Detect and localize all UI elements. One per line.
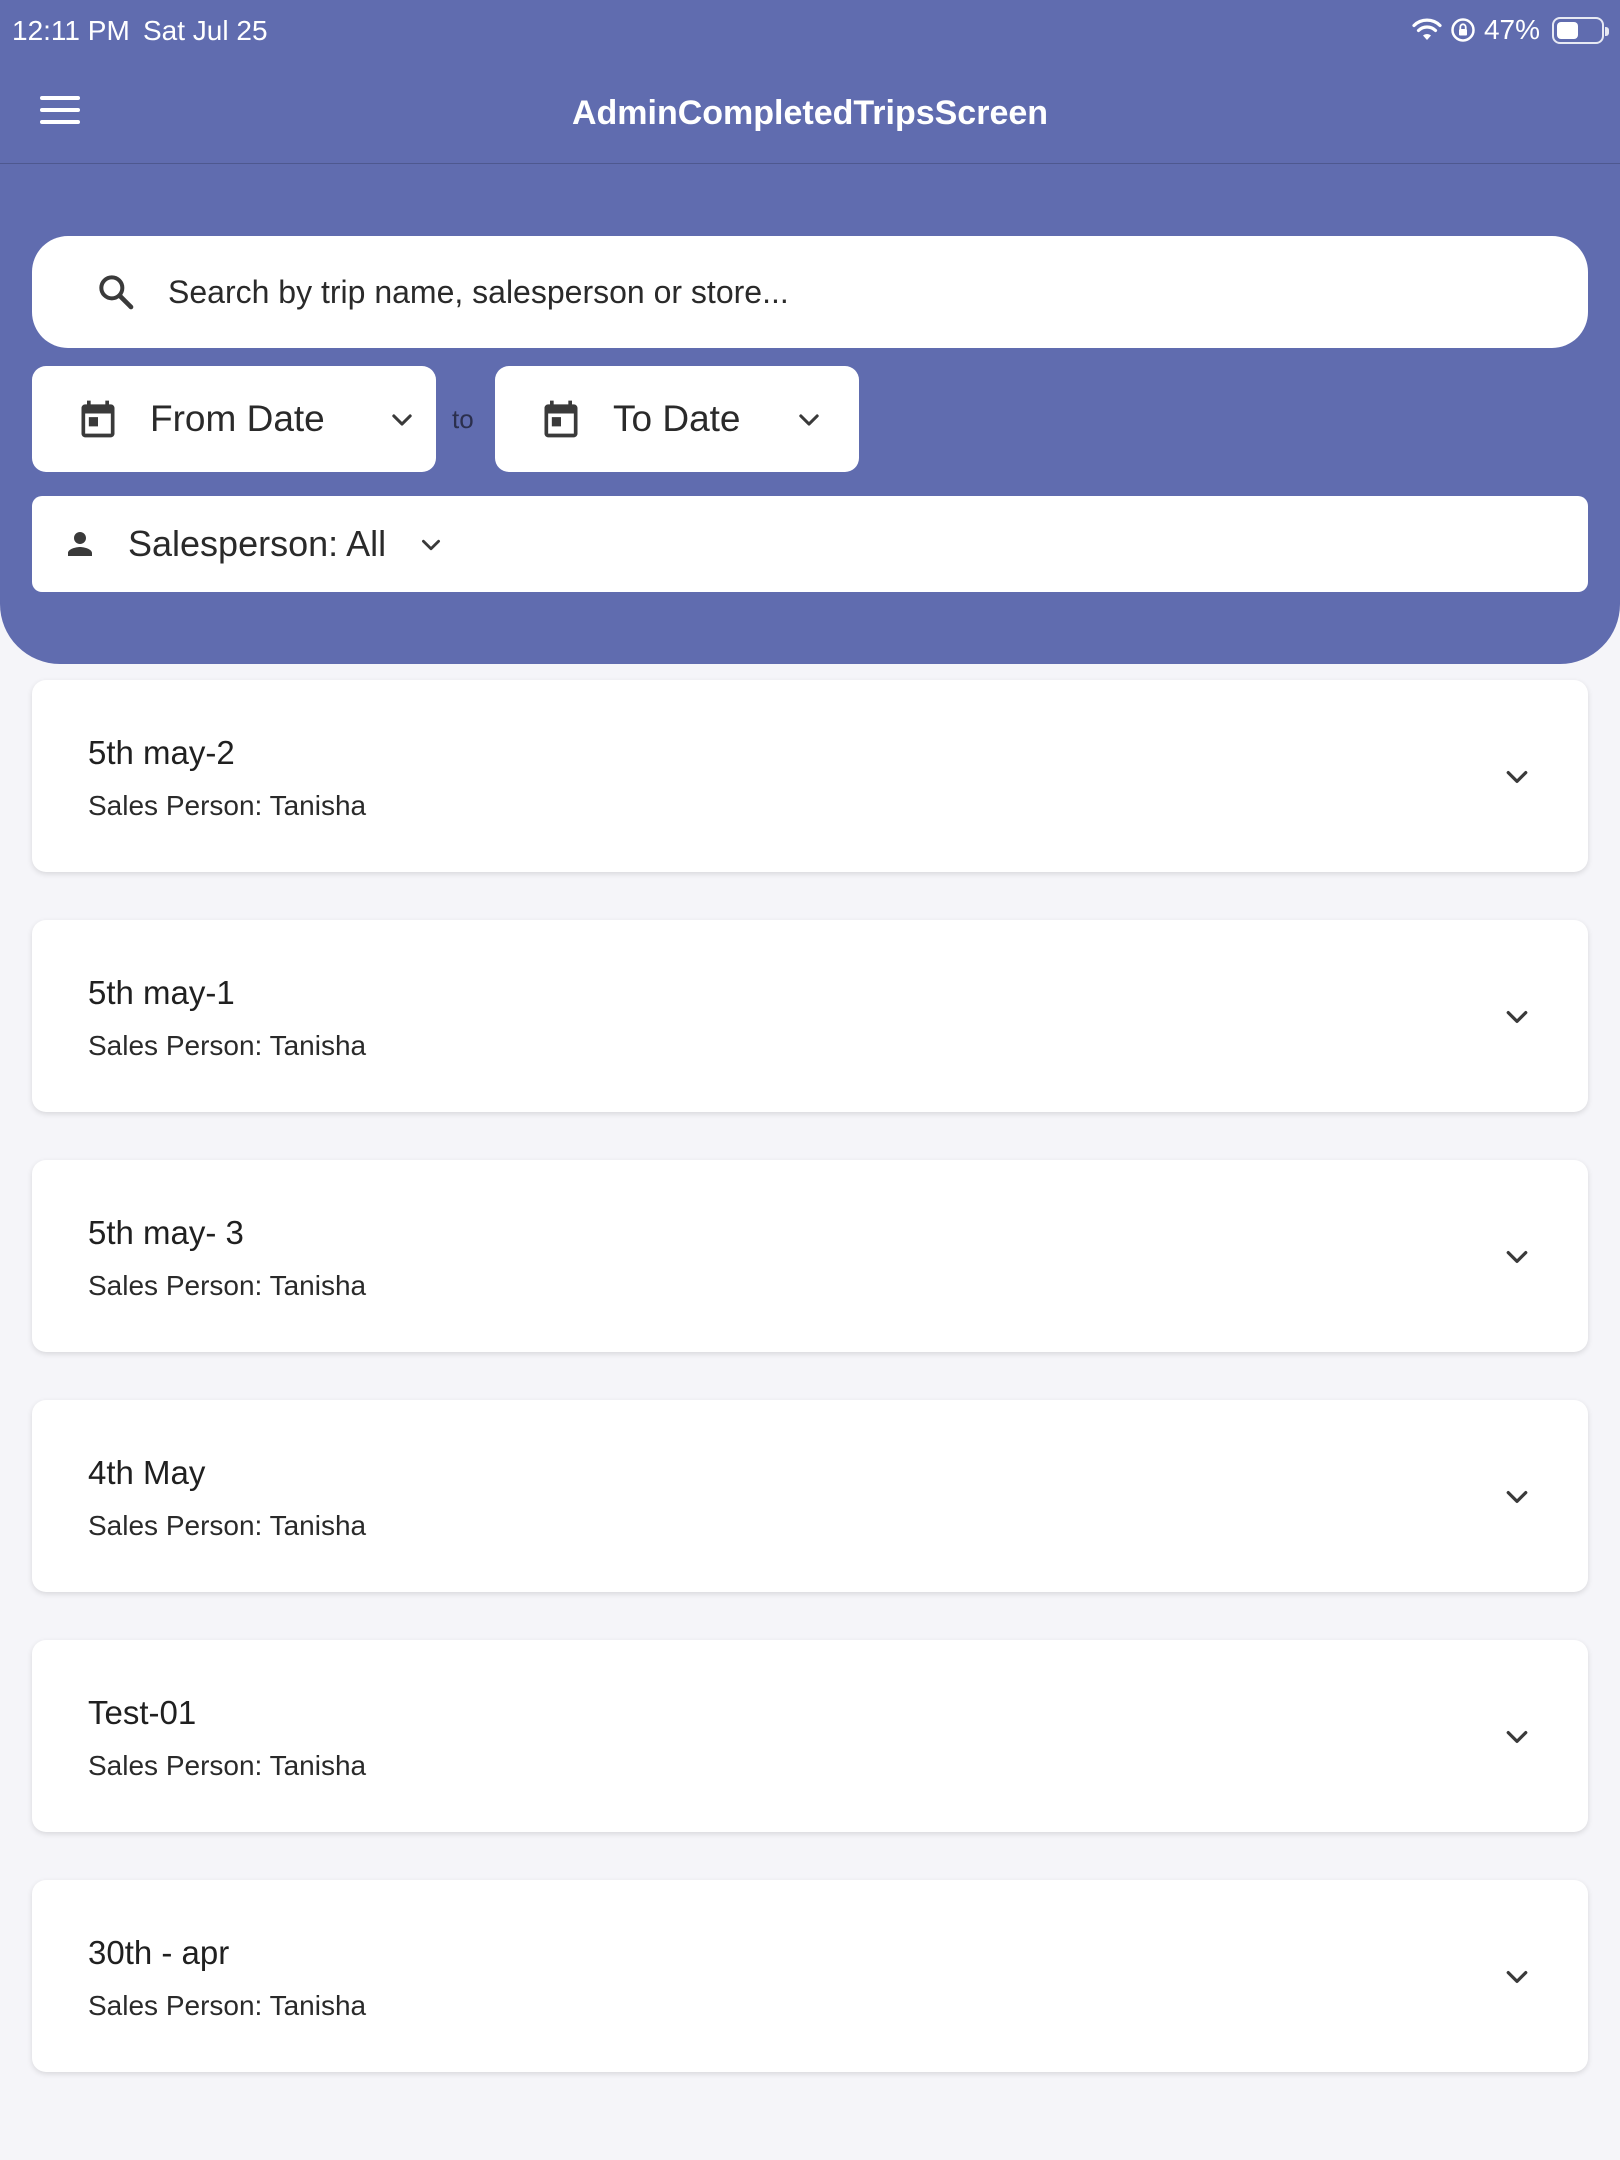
to-date-label: To Date <box>613 398 741 439</box>
trip-name: 5th may-2 <box>88 734 235 771</box>
status-time: 12:11 PM <box>12 15 130 46</box>
person-icon <box>68 532 92 556</box>
trip-card[interactable]: 5th may-2 Sales Person: Tanisha <box>32 680 1588 872</box>
calendar-icon <box>81 400 115 438</box>
trip-salesperson: Sales Person: Tanisha <box>88 1750 367 1781</box>
trip-salesperson: Sales Person: Tanisha <box>88 1270 367 1301</box>
trip-card[interactable]: 5th may- 3 Sales Person: Tanisha <box>32 1160 1588 1352</box>
status-indicators: 47% <box>1412 14 1609 46</box>
page-title: AdminCompletedTripsScreen <box>571 94 1049 132</box>
trip-salesperson: Sales Person: Tanisha <box>88 1510 367 1541</box>
chevron-down-icon <box>799 414 819 426</box>
date-range-separator: to <box>452 404 474 434</box>
trip-salesperson: Sales Person: Tanisha <box>88 1990 367 2021</box>
trip-salesperson: Sales Person: Tanisha <box>88 1030 367 1061</box>
chevron-down-icon <box>422 539 440 551</box>
trip-name: Test-01 <box>88 1694 197 1731</box>
chevron-down-icon[interactable] <box>1502 762 1532 792</box>
status-bar: 12:11 PM Sat Jul 25 47% <box>0 0 1620 64</box>
trip-name: 4th May <box>88 1454 206 1491</box>
to-date-button[interactable]: To Date <box>495 366 859 472</box>
from-date-button[interactable]: From Date <box>32 366 436 472</box>
chevron-down-icon[interactable] <box>1502 1482 1532 1512</box>
chevron-down-icon[interactable] <box>1502 1722 1532 1752</box>
wifi-icon <box>1412 18 1442 40</box>
chevron-down-icon[interactable] <box>1502 1002 1532 1032</box>
trip-salesperson: Sales Person: Tanisha <box>88 790 367 821</box>
trip-card[interactable]: 5th may-1 Sales Person: Tanisha <box>32 920 1588 1112</box>
calendar-icon <box>544 400 578 438</box>
chevron-down-icon <box>392 414 412 426</box>
chevron-down-icon[interactable] <box>1502 1962 1532 1992</box>
salesperson-dropdown[interactable]: Salesperson: All <box>32 496 1588 592</box>
from-date-label: From Date <box>150 398 325 439</box>
battery-percent: 47% <box>1483 14 1540 45</box>
trip-card[interactable]: 30th - apr Sales Person: Tanisha <box>32 1880 1588 2072</box>
app-bar: AdminCompletedTripsScreen <box>0 64 1620 164</box>
orientation-lock-icon <box>1451 18 1475 42</box>
search-icon <box>99 275 134 310</box>
trip-name: 5th may- 3 <box>88 1214 244 1251</box>
trip-name: 30th - apr <box>88 1934 230 1971</box>
trip-name: 5th may-1 <box>88 974 235 1011</box>
search-input[interactable] <box>168 266 1548 318</box>
salesperson-dropdown-label: Salesperson: All <box>128 523 387 564</box>
trip-card[interactable]: Test-01 Sales Person: Tanisha <box>32 1640 1588 1832</box>
trip-card[interactable]: 4th May Sales Person: Tanisha <box>32 1400 1588 1592</box>
battery-icon <box>1552 16 1609 44</box>
status-date: Sat Jul 25 <box>143 15 268 46</box>
search-bar[interactable] <box>32 236 1588 348</box>
chevron-down-icon[interactable] <box>1502 1242 1532 1272</box>
battery-level <box>1557 21 1578 39</box>
